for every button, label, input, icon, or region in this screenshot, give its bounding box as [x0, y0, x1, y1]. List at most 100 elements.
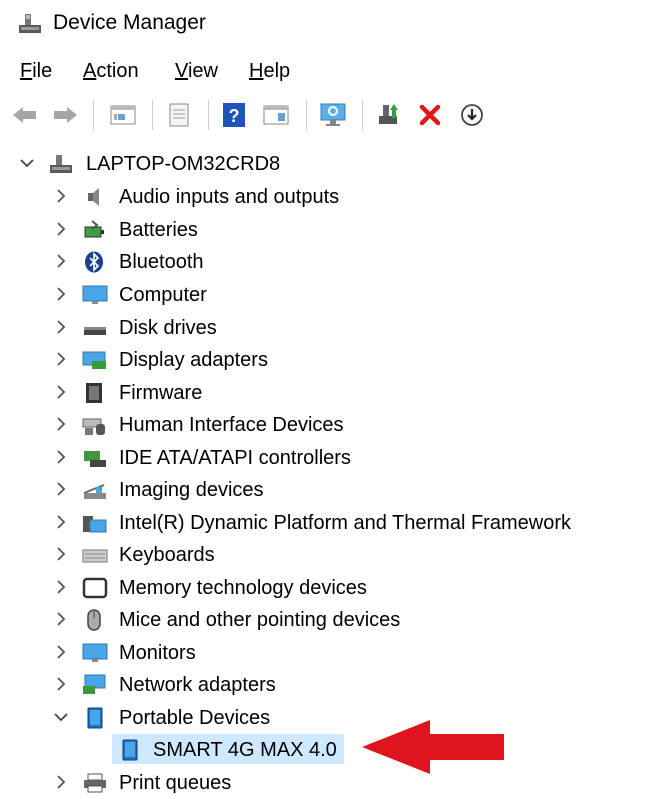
monitor-icon: [82, 285, 108, 304]
tree-item-smart-4g-max[interactable]: SMART 4G MAX 4.0: [0, 734, 650, 766]
scanner-icon: [83, 484, 106, 499]
category-label: Batteries: [119, 219, 198, 241]
category-label: Firmware: [119, 382, 203, 404]
toolbar-separator: [306, 100, 307, 130]
chevron-right-icon[interactable]: [52, 577, 70, 597]
disk-drive-icon: [84, 327, 106, 335]
action-pane-icon: [263, 105, 289, 125]
portable-device-icon: [122, 739, 138, 761]
uninstall-button[interactable]: [414, 100, 446, 130]
device-tree: LAPTOP-OM32CRD8 Audio inputs and outputs…: [0, 146, 650, 796]
tree-root[interactable]: LAPTOP-OM32CRD8: [0, 148, 650, 180]
tree-item-imaging[interactable]: Imaging devices: [0, 474, 650, 506]
category-label: Display adapters: [119, 349, 268, 371]
chevron-right-icon[interactable]: [52, 512, 70, 532]
toolbar-separator: [208, 100, 209, 130]
tree-item-portable-devices[interactable]: Portable Devices: [0, 702, 650, 734]
chevron-right-icon[interactable]: [52, 251, 70, 271]
chevron-right-icon[interactable]: [52, 447, 70, 467]
tree-item-ide[interactable]: IDE ATA/ATAPI controllers: [0, 442, 650, 474]
forward-arrow-icon: [54, 107, 77, 123]
tree-item-display-adapters[interactable]: Display adapters: [0, 344, 650, 376]
chevron-right-icon[interactable]: [52, 772, 70, 792]
device-manager-icon: [19, 14, 41, 33]
update-list-button[interactable]: [162, 100, 196, 130]
tree-item-mice[interactable]: Mice and other pointing devices: [0, 604, 650, 636]
uninstall-icon: [419, 104, 441, 126]
keyboard-icon: [82, 549, 108, 563]
properties-button[interactable]: [105, 100, 141, 130]
portable-device-icon: [87, 707, 103, 729]
category-label: Disk drives: [119, 317, 217, 339]
monitor-scan-icon: [320, 103, 346, 126]
tree-item-monitors[interactable]: Monitors: [0, 637, 650, 669]
scan-hardware-button[interactable]: [316, 100, 352, 130]
menu-file[interactable]: File: [20, 58, 52, 84]
tree-item-network[interactable]: Network adapters: [0, 669, 650, 701]
category-label: Audio inputs and outputs: [119, 186, 340, 208]
tree-item-keyboards[interactable]: Keyboards: [0, 539, 650, 571]
chevron-down-icon[interactable]: [52, 707, 70, 727]
tree-item-print-queues[interactable]: Print queues: [0, 767, 650, 799]
tree-item-audio[interactable]: Audio inputs and outputs: [0, 181, 650, 213]
window-title: Device Manager: [53, 11, 206, 34]
chevron-right-icon[interactable]: [52, 284, 70, 304]
mouse-icon: [87, 609, 101, 631]
help-icon: ?: [223, 103, 245, 127]
human-interface-icon: [82, 418, 105, 435]
add-driver-button[interactable]: [372, 100, 404, 130]
menu-action[interactable]: Action: [83, 58, 139, 84]
speaker-icon: [88, 188, 99, 206]
category-label: Human Interface Devices: [119, 414, 344, 436]
chevron-right-icon[interactable]: [52, 414, 70, 434]
tree-item-disk-drives[interactable]: Disk drives: [0, 312, 650, 344]
tree-item-computer[interactable]: Computer: [0, 279, 650, 311]
tree-item-firmware[interactable]: Firmware: [0, 377, 650, 409]
download-icon: [461, 104, 483, 126]
svg-text:?: ?: [229, 106, 240, 126]
printer-icon: [84, 773, 106, 793]
menu-bar: File Action View Help: [0, 56, 650, 86]
update-list-icon: [169, 103, 189, 127]
battery-icon: [84, 220, 104, 238]
help-button[interactable]: ?: [218, 100, 250, 130]
menu-view[interactable]: View: [175, 58, 218, 84]
chevron-down-icon[interactable]: [18, 153, 36, 173]
category-label: Imaging devices: [119, 479, 264, 501]
chevron-right-icon[interactable]: [52, 674, 70, 694]
chevron-right-icon[interactable]: [52, 544, 70, 564]
toolbar-separator: [362, 100, 363, 130]
tree-item-memory-tech[interactable]: Memory technology devices: [0, 572, 650, 604]
chevron-right-icon[interactable]: [52, 186, 70, 206]
toolbar: ?: [0, 94, 650, 136]
device-label: SMART 4G MAX 4.0: [153, 739, 337, 761]
tree-item-intel-dptf[interactable]: Intel(R) Dynamic Platform and Thermal Fr…: [0, 507, 650, 539]
forward-button[interactable]: [50, 100, 80, 130]
root-label: LAPTOP-OM32CRD8: [86, 153, 281, 175]
menu-help[interactable]: Help: [249, 58, 290, 84]
annotation-arrow-icon: [362, 720, 504, 774]
back-button[interactable]: [10, 100, 40, 130]
category-label: Mice and other pointing devices: [119, 609, 401, 631]
tree-item-batteries[interactable]: Batteries: [0, 214, 650, 246]
toolbar-separator: [152, 100, 153, 130]
action-pane-button[interactable]: [258, 100, 294, 130]
chevron-right-icon[interactable]: [52, 479, 70, 499]
tree-item-bluetooth[interactable]: Bluetooth: [0, 246, 650, 278]
add-driver-icon: [379, 104, 398, 124]
disable-device-button[interactable]: [456, 100, 488, 130]
firmware-chip-icon: [86, 383, 102, 403]
chevron-right-icon[interactable]: [52, 609, 70, 629]
properties-icon: [110, 105, 136, 125]
chevron-right-icon[interactable]: [52, 349, 70, 369]
category-label: Keyboards: [119, 544, 215, 566]
chevron-right-icon[interactable]: [52, 382, 70, 402]
chevron-right-icon[interactable]: [52, 317, 70, 337]
category-label: Bluetooth: [119, 251, 204, 273]
chevron-right-icon[interactable]: [52, 642, 70, 662]
category-label: Computer: [119, 284, 207, 306]
chevron-right-icon[interactable]: [52, 219, 70, 239]
tree-item-hid[interactable]: Human Interface Devices: [0, 409, 650, 441]
computer-root-icon: [50, 155, 72, 173]
system-device-icon: [83, 516, 107, 533]
